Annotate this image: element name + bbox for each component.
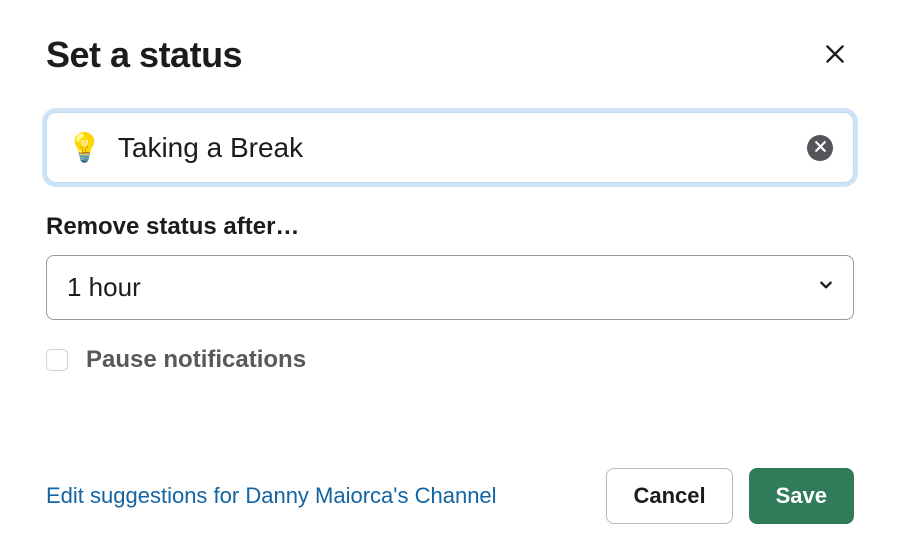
pause-notifications-checkbox[interactable] [46, 349, 68, 371]
pause-notifications-row: Pause notifications [46, 346, 854, 374]
edit-suggestions-link[interactable]: Edit suggestions for Danny Maiorca's Cha… [46, 483, 497, 509]
x-icon [814, 140, 827, 156]
footer-buttons: Cancel Save [606, 468, 854, 524]
close-icon [822, 41, 848, 70]
remove-after-label: Remove status after… [46, 213, 854, 241]
status-text-input[interactable] [118, 132, 807, 164]
pause-notifications-label: Pause notifications [86, 346, 306, 374]
lightbulb-icon[interactable]: 💡 [67, 131, 102, 164]
chevron-down-icon [819, 278, 833, 297]
clear-status-button[interactable] [807, 135, 833, 161]
save-button[interactable]: Save [749, 468, 854, 524]
remove-after-select[interactable]: 1 hour [46, 255, 854, 320]
status-input-container: 💡 [46, 112, 854, 183]
modal-header: Set a status [46, 34, 854, 76]
modal-footer: Edit suggestions for Danny Maiorca's Cha… [46, 448, 854, 524]
remove-after-value: 1 hour [67, 272, 141, 303]
close-button[interactable] [816, 35, 854, 76]
modal-title: Set a status [46, 34, 242, 76]
cancel-button[interactable]: Cancel [606, 468, 732, 524]
